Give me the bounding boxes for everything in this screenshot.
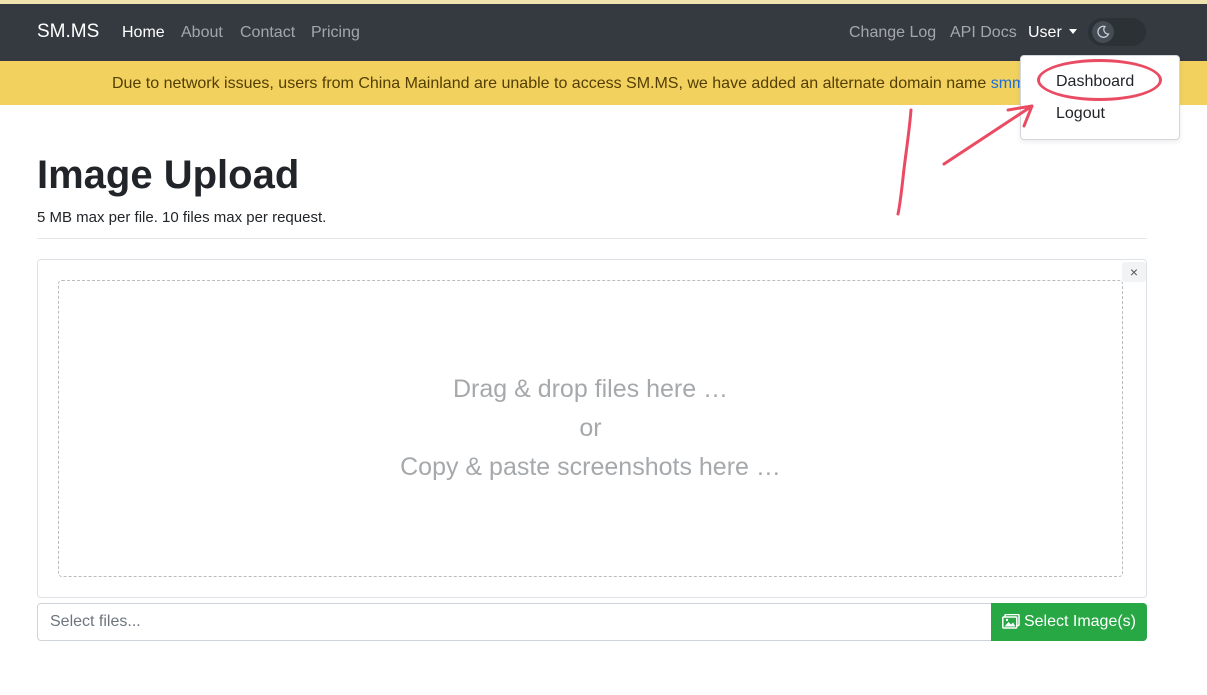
user-menu-label: User: [1028, 24, 1062, 41]
page-title: Image Upload: [37, 153, 300, 197]
file-select-input[interactable]: [37, 603, 993, 641]
alert-text: Due to network issues, users from China …: [112, 75, 991, 92]
nav-home[interactable]: Home: [122, 24, 165, 42]
highlight-circle: [1037, 59, 1162, 101]
alert-message: Due to network issues, users from China …: [112, 75, 1064, 93]
nav-change-log[interactable]: Change Log: [849, 24, 936, 42]
annotation-arrow: [942, 104, 1034, 166]
dropdown-item-logout[interactable]: Logout: [1056, 105, 1105, 123]
images-icon: [1002, 613, 1020, 629]
divider: [37, 238, 1147, 239]
theme-toggle[interactable]: [1088, 18, 1146, 46]
caret-down-icon: [1068, 29, 1077, 34]
brand-logo[interactable]: SM.MS: [37, 21, 99, 43]
select-images-label: Select Image(s): [1023, 613, 1137, 630]
select-images-button[interactable]: Select Image(s): [991, 603, 1147, 641]
upload-limits-text: 5 MB max per file. 10 files max per requ…: [37, 209, 327, 226]
drop-zone-line-2: or: [579, 414, 602, 442]
nav-about[interactable]: About: [181, 24, 223, 42]
annotation-stroke: [896, 108, 913, 216]
close-button[interactable]: ×: [1122, 262, 1146, 282]
nav-contact[interactable]: Contact: [240, 24, 295, 42]
nav-api-docs[interactable]: API Docs: [950, 24, 1017, 42]
navbar: SM.MS Home About Contact Pricing Change …: [0, 4, 1207, 61]
nav-pricing[interactable]: Pricing: [311, 24, 360, 42]
user-menu-toggle[interactable]: User: [1028, 24, 1077, 42]
moon-icon: [1097, 25, 1110, 38]
drop-zone-line-3: Copy & paste screenshots here …: [400, 453, 781, 481]
theme-toggle-knob: [1092, 21, 1114, 43]
drop-zone-line-1: Drag & drop files here …: [452, 375, 729, 403]
